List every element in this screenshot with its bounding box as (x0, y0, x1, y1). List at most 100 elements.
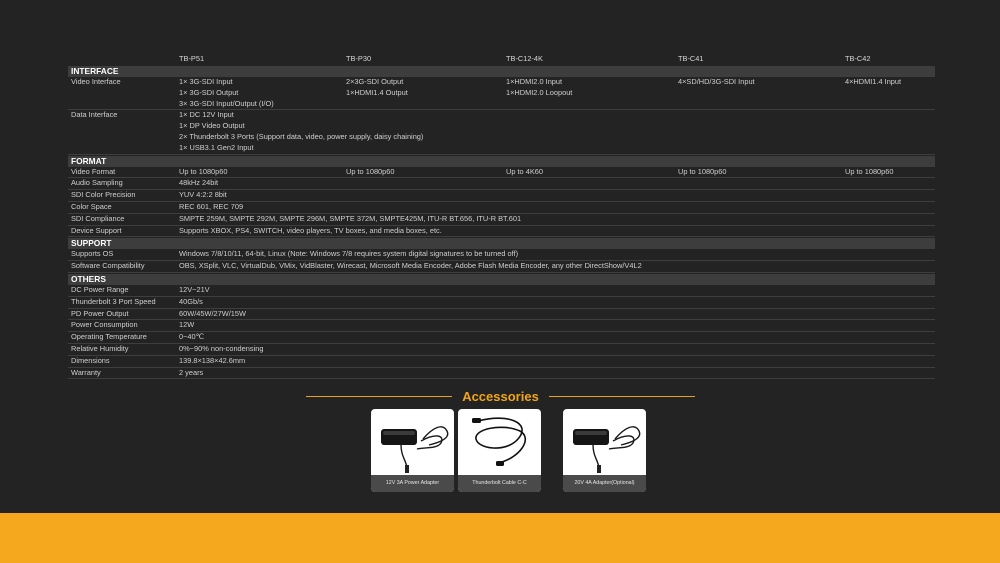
row-value: 12V~21V (179, 284, 210, 294)
model-header: TB-P51 (179, 54, 205, 63)
cell-tb-c41: Up to 1080p60 (678, 166, 727, 176)
spec-row-video-format: Video Format Up to 1080p60 Up to 1080p60… (68, 167, 935, 179)
row-value: 48kHz 24bit (179, 178, 219, 188)
row-value: 60W/45W/27W/15W (179, 308, 246, 318)
spec-row: Power Consumption 12W (68, 320, 935, 333)
cell-line: 1× DP Video Output (179, 121, 245, 131)
cell-line: 1× 3G-SDI Input (179, 77, 233, 86)
divider (306, 395, 453, 397)
row-value: SMPTE 259M, SMPTE 292M, SMPTE 296M, SMPT… (179, 213, 522, 223)
spec-row: PD Power Output 60W/45W/27W/15W (68, 309, 935, 321)
accessories-heading: Accessories (306, 387, 695, 405)
model-header: TB-P30 (346, 54, 372, 63)
row-value: 12W (179, 320, 195, 330)
row-label: Color Space (71, 201, 112, 211)
row-label: Operating Temperature (71, 332, 147, 342)
section-title-support: SUPPORT (68, 238, 935, 250)
section-title-others: OTHERS (68, 273, 935, 285)
spec-table: TB-P51 TB-P30 TB-C12-4K TB-C41 TB-C42 IN… (68, 53, 935, 380)
row-label: Video Format (71, 166, 116, 176)
spec-row: Supports OS Windows 7/8/10/11, 64-bit, L… (68, 249, 935, 262)
model-header-row: TB-P51 TB-P30 TB-C12-4K TB-C41 TB-C42 (68, 53, 935, 65)
section-title-format: FORMAT (68, 155, 935, 167)
accessories-title: Accessories (462, 388, 539, 404)
row-label: Video Interface (71, 77, 121, 86)
row-label: SDI Color Precision (71, 190, 136, 200)
cell-line: 3× 3G-SDI Input/Output (I/O) (179, 98, 274, 108)
row-value: 0~40℃ (179, 332, 204, 342)
row-value: 2 years (179, 367, 204, 377)
row-label: Warranty (71, 367, 101, 377)
cell-line: 1×HDMI1.4 Output (346, 87, 408, 97)
row-label: Relative Humidity (71, 343, 129, 353)
accessory-card: Thunderbolt Cable C-C (458, 409, 541, 492)
row-label: Data Interface (71, 110, 118, 120)
usb-c-cable-icon (472, 417, 527, 466)
row-label: Thunderbolt 3 Port Speed (71, 296, 156, 306)
row-label: Dimensions (71, 355, 110, 365)
spec-row: Audio Sampling 48kHz 24bit (68, 178, 935, 191)
cell-line: 1×HDMI2.0 Loopout (506, 87, 573, 97)
row-label: SDI Compliance (71, 213, 125, 223)
spec-row: SDI Color Precision YUV 4:2:2 8bit (68, 190, 935, 202)
divider (548, 395, 695, 397)
row-value: REC 601, REC 709 (179, 201, 244, 211)
spec-row: Operating Temperature 0~40℃ (68, 332, 935, 344)
section-title-interface: INTERFACE (68, 66, 935, 77)
accessory-card: 20V 4A Adapter(Optional) (563, 409, 646, 492)
cell-line: 2×3G-SDI Output (346, 77, 404, 86)
row-label: Device Support (71, 225, 122, 235)
row-value: 0%~90% non-condensing (179, 343, 264, 353)
row-value: 40Gb/s (179, 296, 203, 306)
cell-tb-c12-4k: Up to 4K60 (506, 166, 543, 176)
power-adapter-icon (381, 426, 449, 473)
row-value: OBS, XSplit, VLC, VirtualDub, VMix, VidB… (179, 261, 642, 271)
cell-line: 1× DC 12V Input (179, 110, 234, 120)
accessory-card: 12V 3A Power Adapter (371, 409, 454, 492)
spec-row: SDI Compliance SMPTE 259M, SMPTE 292M, S… (68, 214, 935, 226)
cell-line: 4×HDMI1.4 Input (845, 77, 902, 86)
cell-line: 1×HDMI2.0 Input (506, 77, 563, 86)
spec-row: Warranty 2 years (68, 368, 935, 380)
cell-line: 2× Thunderbolt 3 Ports (Support data, vi… (179, 131, 424, 141)
footer-band (0, 513, 1000, 563)
spec-row: Device Support Supports XBOX, PS4, SWITC… (68, 226, 935, 238)
spec-row: Software Compatibility OBS, XSplit, VLC,… (68, 261, 935, 273)
row-label: Audio Sampling (71, 178, 123, 188)
cell-tb-p30: 2×3G-SDI Output 1×HDMI1.4 Output (346, 77, 506, 109)
row-value: 139.8×138×42.6mm (179, 355, 246, 365)
row-value: Windows 7/8/10/11, 64-bit, Linux (Note: … (179, 249, 519, 259)
accessory-label: Thunderbolt Cable C-C (458, 475, 541, 492)
row-label: DC Power Range (71, 284, 129, 294)
accessory-label: 12V 3A Power Adapter (371, 475, 454, 492)
spec-row: Relative Humidity 0%~90% non-condensing (68, 344, 935, 356)
power-adapter-icon (573, 426, 641, 473)
model-header: TB-C12-4K (506, 54, 543, 63)
spec-row: Thunderbolt 3 Port Speed 40Gb/s (68, 297, 935, 309)
cell-tb-c12-4k: 1×HDMI2.0 Input 1×HDMI2.0 Loopout (506, 77, 678, 109)
row-value: YUV 4:2:2 8bit (179, 190, 227, 200)
model-header: TB-C42 (845, 54, 871, 63)
model-header: TB-C41 (678, 54, 704, 63)
accessory-label: 20V 4A Adapter(Optional) (563, 475, 646, 492)
row-value: Supports XBOX, PS4, SWITCH, video player… (179, 225, 442, 235)
row-label: Power Consumption (71, 320, 138, 330)
spec-row-data-interface: Data Interface 1× DC 12V Input 1× DP Vid… (68, 110, 935, 155)
row-label: Software Compatibility (71, 261, 145, 271)
cell-tb-p51: Up to 1080p60 (179, 166, 228, 176)
cell-line: 1× 3G-SDI Output (179, 87, 239, 97)
row-value: 1× DC 12V Input 1× DP Video Output 2× Th… (179, 110, 935, 153)
spec-row: Color Space REC 601, REC 709 (68, 202, 935, 214)
row-label: PD Power Output (71, 308, 129, 318)
spec-row-video-interface: Video Interface 1× 3G-SDI Input 1× 3G-SD… (68, 77, 935, 111)
cell-line: 1× USB3.1 Gen2 Input (179, 142, 254, 152)
cell-tb-c42: 4×HDMI1.4 Input (845, 77, 935, 109)
cell-tb-p51: 1× 3G-SDI Input 1× 3G-SDI Output 3× 3G-S… (179, 77, 346, 109)
cell-tb-c41: 4×SD/HD/3G-SDI Input (678, 77, 845, 109)
cell-line: 4×SD/HD/3G-SDI Input (678, 77, 755, 86)
cell-tb-p30: Up to 1080p60 (346, 166, 395, 176)
spec-row: DC Power Range 12V~21V (68, 285, 935, 297)
row-label: Supports OS (71, 249, 114, 259)
cell-tb-c42: Up to 1080p60 (845, 166, 894, 176)
spec-row: Dimensions 139.8×138×42.6mm (68, 356, 935, 368)
